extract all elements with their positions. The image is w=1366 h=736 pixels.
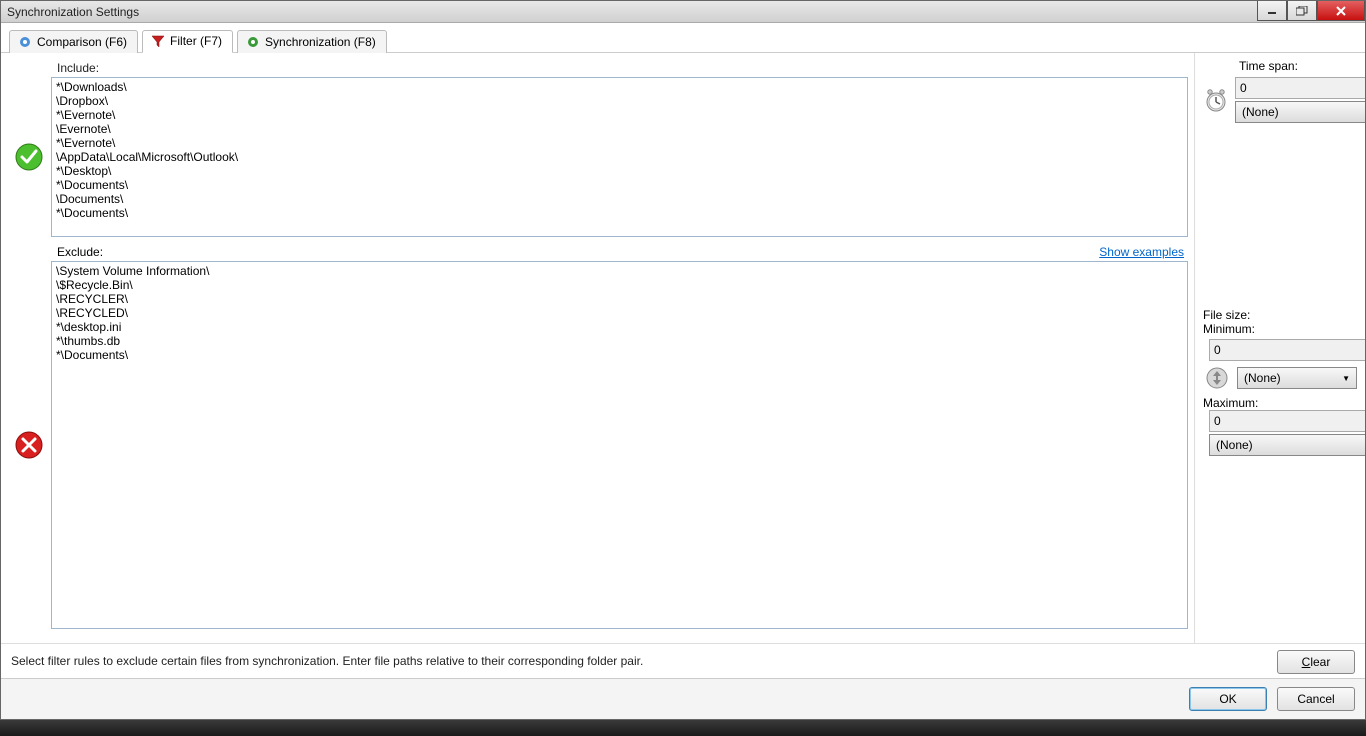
include-textarea[interactable] (51, 77, 1188, 237)
tab-comparison[interactable]: Comparison (F6) (9, 30, 138, 53)
status-text: Select filter rules to exclude certain f… (11, 654, 643, 670)
maximize-button[interactable] (1287, 1, 1317, 21)
updown-arrow-icon (1203, 364, 1231, 392)
right-panel: Time span: ▲ (1195, 53, 1365, 643)
titlebar: Synchronization Settings (1, 1, 1365, 23)
tab-label: Synchronization (F8) (265, 35, 376, 49)
exclude-label: Exclude: (57, 245, 103, 259)
combo-value: (None) (1244, 371, 1281, 385)
clear-rest: lear (1310, 655, 1330, 669)
tab-label: Filter (F7) (170, 34, 222, 48)
minimize-icon (1267, 7, 1277, 15)
filesize-min-row: ▲ ▼ (1203, 336, 1357, 364)
max-spinner[interactable]: ▲ ▼ (1209, 410, 1365, 432)
exclude-row (1, 261, 1194, 637)
timespan-row: ▲ ▼ (None) ▼ (1203, 77, 1357, 123)
min-unit-combo[interactable]: (None) ▼ (1237, 367, 1357, 389)
filter-panel: Include: Exclude: Show examples (1, 53, 1195, 643)
min-spinner[interactable]: ▲ ▼ (1209, 339, 1365, 361)
ok-label: OK (1219, 692, 1236, 706)
window-title: Synchronization Settings (7, 5, 139, 19)
minimum-label: Minimum: (1203, 322, 1357, 336)
max-unit-combo[interactable]: (None) ▼ (1209, 434, 1365, 456)
filesize-icon-row: (None) ▼ (1203, 364, 1357, 392)
check-circle-icon (14, 142, 44, 172)
min-input[interactable] (1209, 339, 1365, 361)
tab-label: Comparison (F6) (37, 35, 127, 49)
show-examples-link[interactable]: Show examples (1099, 245, 1184, 259)
filesize-label: File size: (1203, 308, 1357, 322)
close-icon (1335, 6, 1347, 16)
minimize-button[interactable] (1257, 1, 1287, 21)
timespan-unit-combo[interactable]: (None) ▼ (1235, 101, 1365, 123)
combo-value: (None) (1216, 438, 1253, 452)
chevron-down-icon: ▼ (1342, 374, 1350, 383)
filesize-max-row: ▲ ▼ (None) ▼ (1203, 410, 1357, 456)
clear-button[interactable]: Clear (1277, 650, 1355, 674)
timespan-controls: ▲ ▼ (None) ▼ (1235, 77, 1365, 123)
maximum-label: Maximum: (1203, 396, 1357, 410)
exclude-icon-wrap (7, 430, 51, 460)
cancel-button[interactable]: Cancel (1277, 687, 1355, 711)
include-row (1, 77, 1194, 245)
cancel-label: Cancel (1297, 692, 1334, 706)
tab-bar: Comparison (F6) Filter (F7) Synchronizat… (1, 23, 1365, 53)
tab-filter[interactable]: Filter (F7) (142, 30, 233, 53)
funnel-icon (151, 34, 165, 48)
timespan-spinner[interactable]: ▲ ▼ (1235, 77, 1365, 99)
include-label: Include: (1, 61, 1194, 77)
timespan-input[interactable] (1235, 77, 1365, 99)
settings-window: Synchronization Settings Comparison (F6) (0, 0, 1366, 720)
clock-icon (1203, 86, 1229, 114)
exclude-header: Exclude: Show examples (1, 245, 1194, 261)
footer: OK Cancel (1, 678, 1365, 719)
window-controls (1257, 1, 1365, 21)
include-icon-wrap (7, 142, 51, 172)
gear-green-icon (246, 35, 260, 49)
taskbar (0, 720, 1366, 736)
timespan-label: Time span: (1239, 59, 1357, 73)
exclude-textarea[interactable] (51, 261, 1188, 629)
content: Include: Exclude: Show examples (1, 53, 1365, 678)
close-button[interactable] (1317, 1, 1365, 21)
maximize-icon (1296, 6, 1308, 16)
status-bar: Select filter rules to exclude certain f… (1, 643, 1365, 678)
filesize-block: File size: Minimum: ▲ ▼ (1203, 308, 1357, 456)
x-circle-icon (14, 430, 44, 460)
gear-icon (18, 35, 32, 49)
tab-synchronization[interactable]: Synchronization (F8) (237, 30, 387, 53)
ok-button[interactable]: OK (1189, 687, 1267, 711)
combo-value: (None) (1242, 105, 1279, 119)
max-input[interactable] (1209, 410, 1365, 432)
